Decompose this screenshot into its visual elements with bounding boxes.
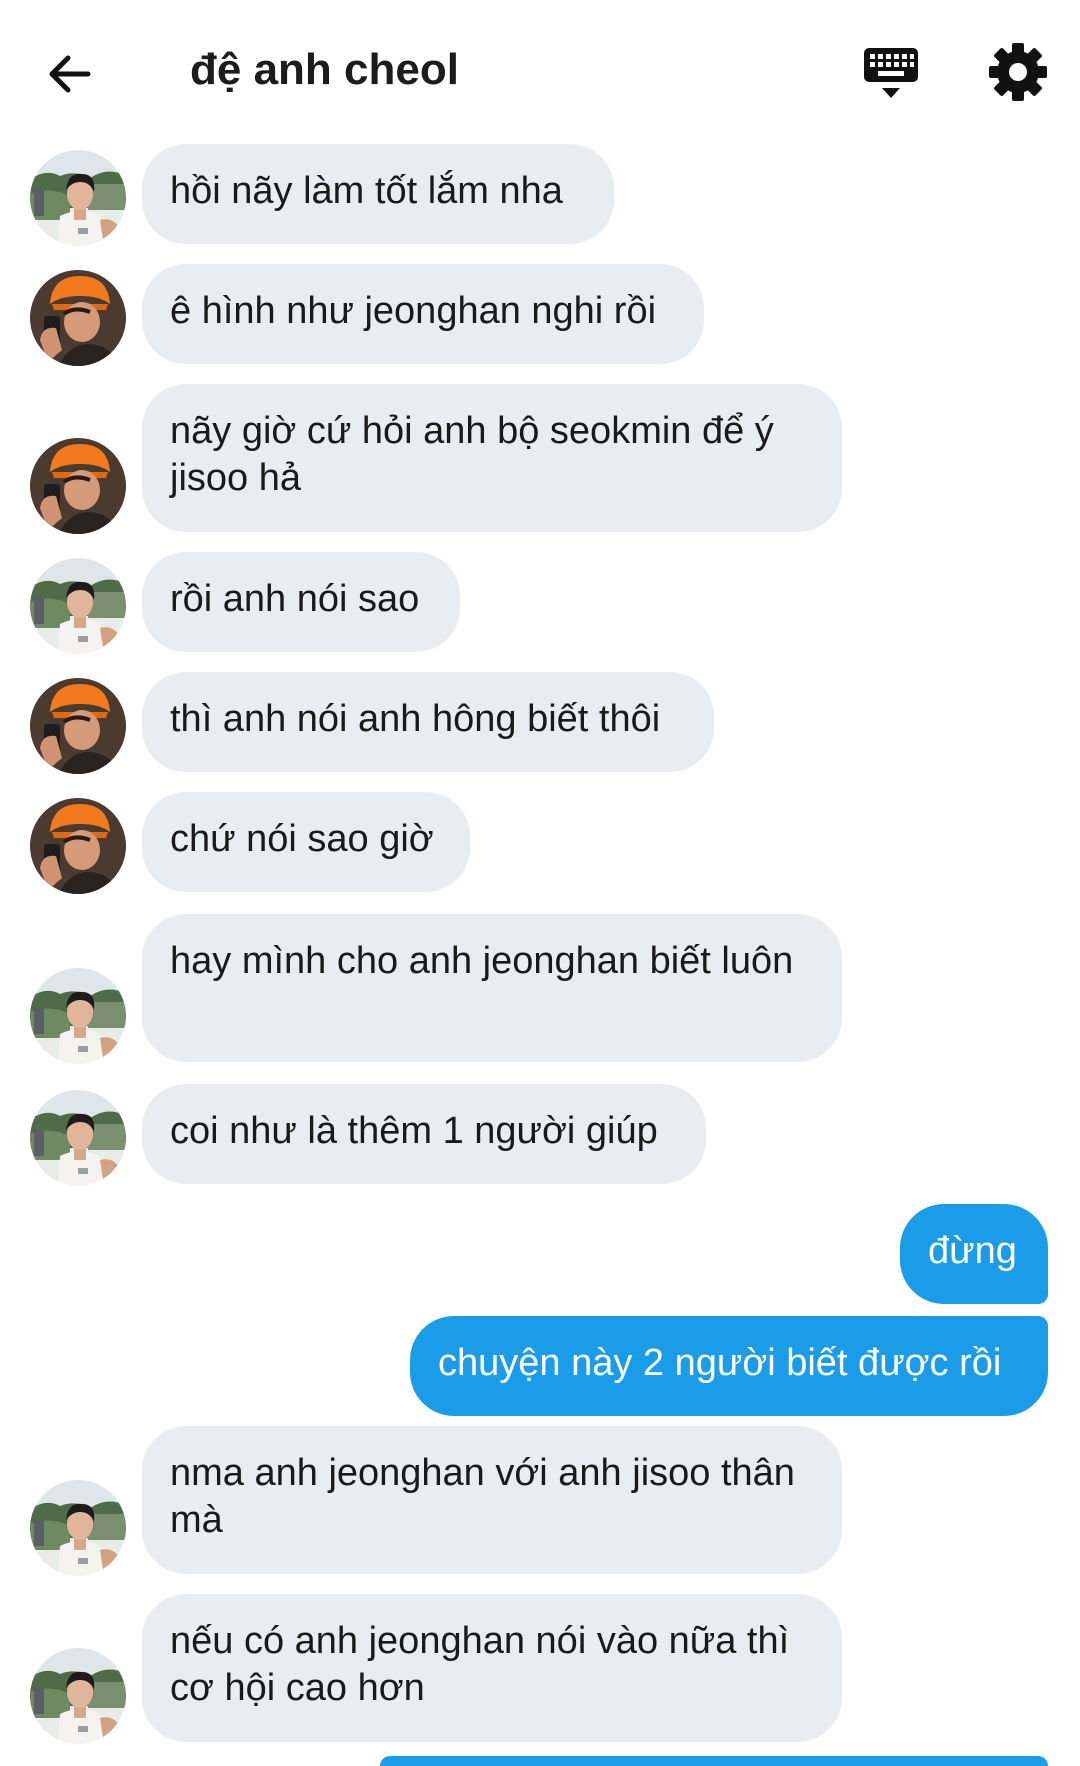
avatar[interactable]	[30, 1480, 126, 1576]
message-row: rồi anh nói sao	[0, 552, 1080, 652]
message-row: chuyện này 2 người biết được rồi	[0, 1316, 1080, 1416]
message-row: chứ nói sao giờ	[0, 792, 1080, 892]
arrow-left-icon	[49, 55, 91, 93]
message-row: nếu có anh jeonghan nói vào nữa thì cơ h…	[0, 1594, 1080, 1742]
back-button[interactable]	[44, 44, 104, 104]
settings-button[interactable]	[986, 40, 1050, 104]
message-bubble[interactable]: rồi anh nói sao	[142, 552, 460, 652]
message-text: nếu có anh jeonghan nói vào nữa thì cơ h…	[170, 1620, 800, 1709]
message-row: coi như là thêm 1 người giúp	[0, 1084, 1080, 1184]
message-text: nãy giờ cứ hỏi anh bộ seokmin để ý jisoo…	[170, 410, 785, 499]
gear-icon	[989, 43, 1047, 101]
message-row: nma anh jeonghan với anh jisoo thân mà	[0, 1426, 1080, 1574]
message-text: ê hình như jeonghan nghi rồi	[170, 290, 657, 332]
message-text: hay mình cho anh jeonghan biết luôn	[170, 940, 794, 982]
message-text: chuyện này 2 người biết được rồi	[438, 1342, 1002, 1384]
message-text: chứ nói sao giờ	[170, 818, 434, 860]
avatar[interactable]	[30, 270, 126, 366]
avatar[interactable]	[30, 150, 126, 246]
message-text: đừng	[928, 1230, 1017, 1272]
message-bubble[interactable]: nma anh jeonghan với anh jisoo thân mà	[142, 1426, 842, 1574]
message-row: hồi nãy làm tốt lắm nha	[0, 144, 1080, 244]
message-text: rồi anh nói sao	[170, 578, 420, 620]
keyboard-button[interactable]	[860, 42, 922, 104]
message-bubble[interactable]: nếu có anh jeonghan nói vào nữa thì cơ h…	[142, 1594, 842, 1742]
message-row: hay mình cho anh jeonghan biết luôn	[0, 914, 1080, 1062]
message-row: nãy giờ cứ hỏi anh bộ seokmin để ý jisoo…	[0, 384, 1080, 532]
avatar[interactable]	[30, 438, 126, 534]
avatar[interactable]	[30, 798, 126, 894]
message-row: thì anh nói anh hông biết thôi	[0, 672, 1080, 772]
keyboard-icon	[864, 48, 918, 98]
chat-title[interactable]: đệ anh cheol	[190, 38, 459, 102]
message-text: thì anh nói anh hông biết thôi	[170, 698, 661, 740]
message-row: ê hình như jeonghan nghi rồi	[0, 264, 1080, 364]
message-bubble[interactable]: thì anh nói anh hông biết thôi	[142, 672, 714, 772]
avatar[interactable]	[30, 968, 126, 1064]
message-bubble[interactable]: hay mình cho anh jeonghan biết luôn	[142, 914, 842, 1062]
next-message-bubble-partial	[380, 1756, 1048, 1766]
message-text: hồi nãy làm tốt lắm nha	[170, 170, 563, 212]
message-bubble[interactable]: chuyện này 2 người biết được rồi	[410, 1316, 1048, 1416]
message-row: đừng	[0, 1204, 1080, 1304]
avatar[interactable]	[30, 558, 126, 654]
chat-header: đệ anh cheol	[0, 0, 1080, 140]
message-bubble[interactable]: đừng	[900, 1204, 1048, 1304]
avatar[interactable]	[30, 1090, 126, 1186]
avatar[interactable]	[30, 678, 126, 774]
message-bubble[interactable]: chứ nói sao giờ	[142, 792, 470, 892]
message-bubble[interactable]: hồi nãy làm tốt lắm nha	[142, 144, 614, 244]
avatar[interactable]	[30, 1648, 126, 1744]
message-text: coi như là thêm 1 người giúp	[170, 1110, 658, 1152]
message-bubble[interactable]: nãy giờ cứ hỏi anh bộ seokmin để ý jisoo…	[142, 384, 842, 532]
message-text: nma anh jeonghan với anh jisoo thân mà	[170, 1452, 806, 1541]
message-bubble[interactable]: coi như là thêm 1 người giúp	[142, 1084, 706, 1184]
message-bubble[interactable]: ê hình như jeonghan nghi rồi	[142, 264, 704, 364]
